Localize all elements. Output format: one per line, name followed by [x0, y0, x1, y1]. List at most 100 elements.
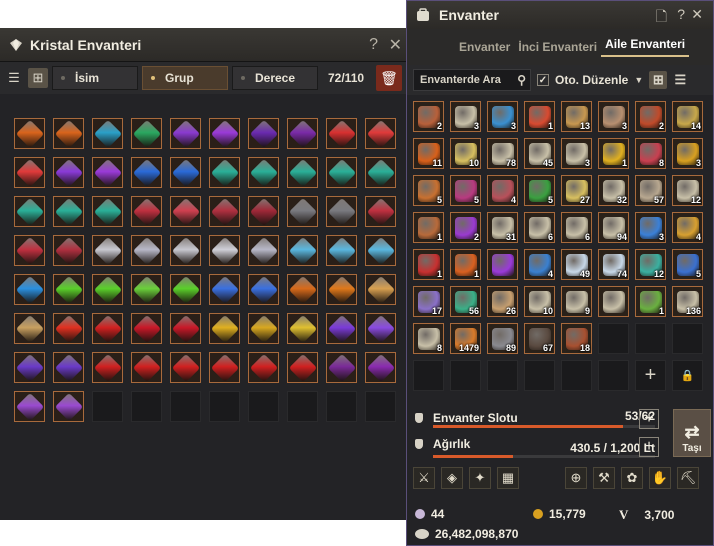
add-slot-button[interactable]: +	[639, 409, 659, 429]
inventory-slot[interactable]: 67	[524, 323, 555, 354]
inventory-slot[interactable]: 3	[487, 101, 518, 132]
crystal-slot[interactable]	[170, 118, 201, 149]
inventory-slot[interactable]	[487, 249, 518, 280]
crystal-slot[interactable]	[14, 352, 45, 383]
crystal-slot[interactable]	[326, 313, 357, 344]
crystal-slot[interactable]	[14, 157, 45, 188]
inventory-slot[interactable]: 1	[524, 101, 555, 132]
inventory-slot[interactable]: 4	[524, 249, 555, 280]
crystal-slot[interactable]	[365, 157, 396, 188]
inventory-slot[interactable]: 6	[524, 212, 555, 243]
crystal-slot[interactable]	[248, 313, 279, 344]
crystal-slot[interactable]	[14, 118, 45, 149]
inventory-slot[interactable]: 89	[487, 323, 518, 354]
crystal-slot[interactable]	[92, 118, 123, 149]
crystal-slot[interactable]	[170, 274, 201, 305]
inventory-slot[interactable]: 5	[524, 175, 555, 206]
sort-by-grade-button[interactable]: Derece	[232, 66, 318, 90]
inventory-slot[interactable]: 3	[635, 212, 666, 243]
inventory-slot[interactable]: 31	[487, 212, 518, 243]
grid-icon[interactable]: ▦	[497, 467, 519, 489]
crystal-slot[interactable]	[326, 352, 357, 383]
inventory-slot[interactable]: 136	[672, 286, 703, 317]
pickaxe-icon[interactable]: ⛏	[677, 467, 699, 489]
crystal-slot[interactable]	[287, 118, 318, 149]
crystal-slot[interactable]	[326, 118, 357, 149]
triskelion-icon[interactable]: ✿	[621, 467, 643, 489]
inventory-slot[interactable]	[598, 286, 629, 317]
crystal-slot[interactable]	[365, 313, 396, 344]
inventory-slot[interactable]: 57	[635, 175, 666, 206]
crystal-slot[interactable]	[92, 196, 123, 227]
crystal-slot[interactable]	[131, 352, 162, 383]
pet-icon[interactable]: ✦	[469, 467, 491, 489]
crystal-slot[interactable]	[131, 274, 162, 305]
crystal-slot[interactable]	[53, 196, 84, 227]
inventory-slot[interactable]: 1	[635, 286, 666, 317]
crystal-slot[interactable]	[209, 157, 240, 188]
crystal-slot[interactable]	[365, 118, 396, 149]
crystal-slot[interactable]	[365, 352, 396, 383]
inventory-slot[interactable]: 3	[450, 101, 481, 132]
crystal-window-titlebar[interactable]: Kristal Envanteri ? ✕	[0, 28, 406, 62]
crystal-slot[interactable]	[287, 157, 318, 188]
crystal-slot[interactable]	[131, 196, 162, 227]
crystal-slot[interactable]	[14, 235, 45, 266]
crystal-slot[interactable]	[287, 274, 318, 305]
list-view-button[interactable]: ☰	[4, 68, 24, 88]
crystal-slot[interactable]	[170, 196, 201, 227]
crystal-slot[interactable]	[248, 118, 279, 149]
move-button[interactable]: ⇄ Taşı	[673, 409, 711, 457]
crystal-slot[interactable]	[14, 274, 45, 305]
crystal-slot[interactable]	[92, 235, 123, 266]
crystal-slot[interactable]	[326, 274, 357, 305]
crystal-slot[interactable]	[53, 157, 84, 188]
inventory-slot[interactable]: 11	[413, 138, 444, 169]
help-icon[interactable]: ?	[677, 6, 685, 22]
inventory-slot[interactable]: 1	[450, 249, 481, 280]
add-slot-icon[interactable]: +	[635, 360, 666, 391]
crystal-slot[interactable]	[14, 391, 45, 422]
inventory-slot[interactable]: 32	[598, 175, 629, 206]
crystal-slot[interactable]	[170, 157, 201, 188]
crystal-slot[interactable]	[248, 196, 279, 227]
crystal-slot[interactable]	[287, 196, 318, 227]
crystal-slot[interactable]	[209, 235, 240, 266]
inventory-slot[interactable]: 18	[561, 323, 592, 354]
inventory-slot[interactable]: 1	[413, 249, 444, 280]
inventory-slot[interactable]: 8	[635, 138, 666, 169]
inventory-slot[interactable]: 5	[413, 175, 444, 206]
crystal-slot[interactable]	[365, 274, 396, 305]
list-view-button[interactable]: ☰	[673, 71, 687, 89]
compass-icon[interactable]: ⊕	[565, 467, 587, 489]
help-icon[interactable]: ?	[369, 36, 378, 54]
crystal-slot[interactable]	[53, 235, 84, 266]
crystal-slot[interactable]	[14, 196, 45, 227]
grid-view-button[interactable]: ⊞	[28, 68, 48, 88]
close-icon[interactable]: ✕	[389, 35, 402, 55]
crystal-slot[interactable]	[131, 235, 162, 266]
inventory-slot[interactable]: 26	[487, 286, 518, 317]
crystal-slot[interactable]	[131, 313, 162, 344]
crystal-slot[interactable]	[287, 313, 318, 344]
trash-icon[interactable]: 🗑	[376, 65, 402, 91]
crystal-slot[interactable]	[209, 352, 240, 383]
inventory-slot[interactable]: 74	[598, 249, 629, 280]
crystal-icon[interactable]: ◈	[441, 467, 463, 489]
crystal-slot[interactable]	[248, 235, 279, 266]
inventory-slot[interactable]: 56	[450, 286, 481, 317]
crystal-slot[interactable]	[14, 313, 45, 344]
crystal-slot[interactable]	[209, 313, 240, 344]
search-input[interactable]: Envanterde Ara ⚲	[413, 69, 531, 91]
inventory-slot[interactable]: 1479	[450, 323, 481, 354]
crystal-slot[interactable]	[326, 196, 357, 227]
crystal-slot[interactable]	[365, 235, 396, 266]
inventory-slot[interactable]: 45	[524, 138, 555, 169]
inventory-slot[interactable]: 10	[450, 138, 481, 169]
inventory-slot[interactable]: 3	[598, 101, 629, 132]
crystal-slot[interactable]	[92, 352, 123, 383]
inventory-slot[interactable]: 12	[672, 175, 703, 206]
crystal-slot[interactable]	[170, 352, 201, 383]
inventory-slot[interactable]: 3	[561, 138, 592, 169]
inventory-slot[interactable]: 3	[672, 138, 703, 169]
